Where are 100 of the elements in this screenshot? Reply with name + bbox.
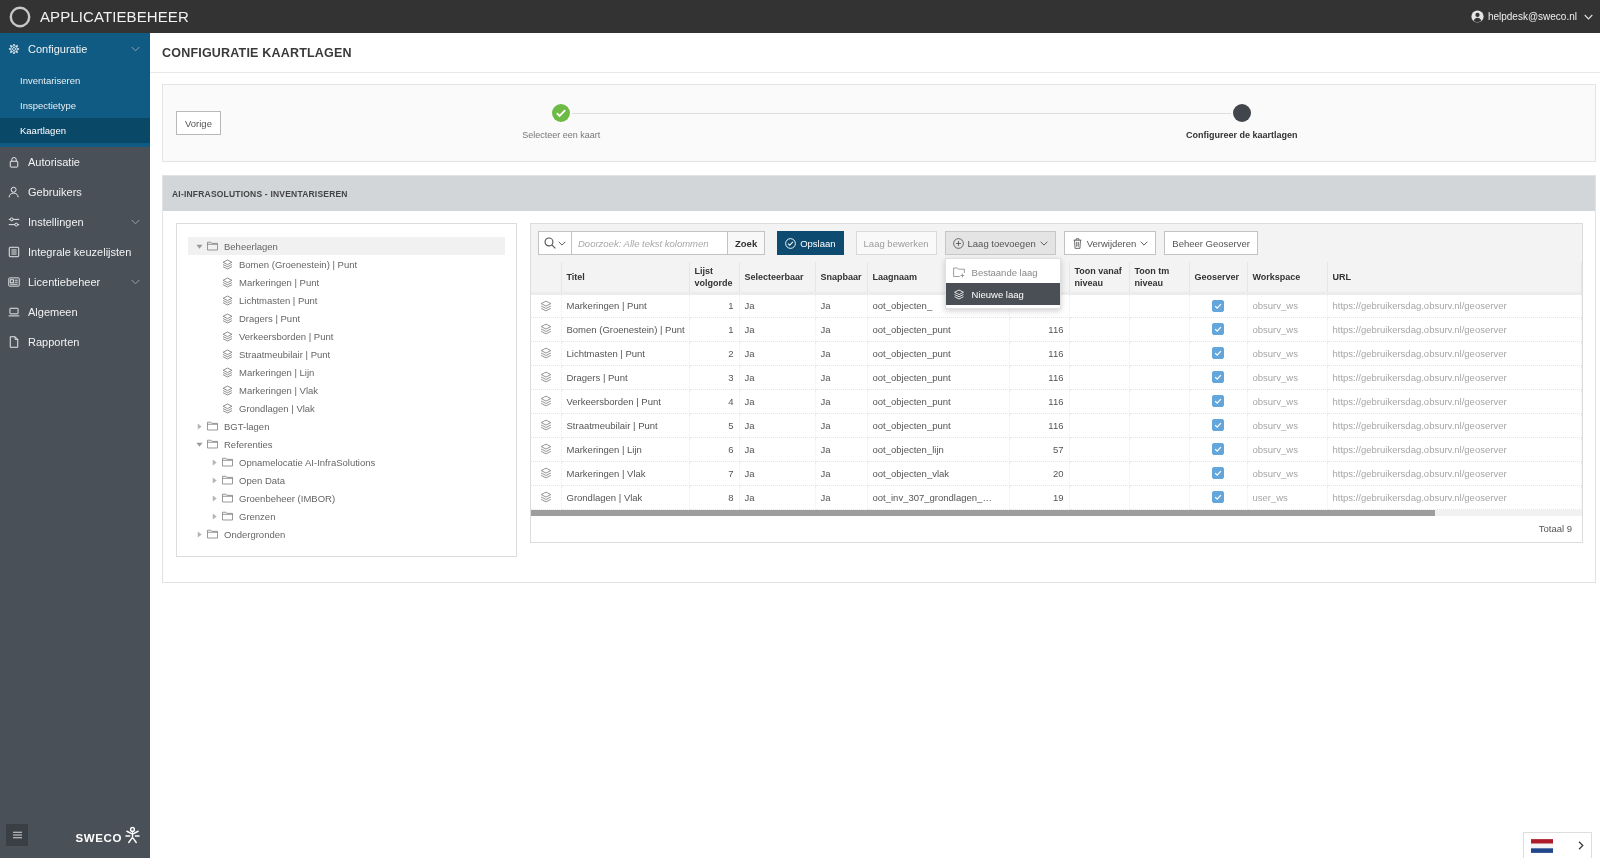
back-button[interactable]: Vorige [176, 111, 221, 135]
caret-right-icon[interactable] [211, 494, 218, 502]
menu-item[interactable]: Nieuwe laag [945, 283, 1060, 305]
tree-item[interactable]: Markeringen | Vlak [188, 381, 505, 399]
layers-icon [222, 294, 233, 306]
tree-item[interactable]: Grondlagen | Vlak [188, 399, 505, 417]
sidebar-subitem[interactable]: Inventariseren [0, 68, 150, 93]
caret-right-icon[interactable] [211, 512, 218, 520]
table-cell: 116 [1009, 317, 1069, 341]
laptop-icon [8, 306, 20, 318]
checkbox[interactable] [1212, 371, 1224, 384]
tree-item[interactable]: BGT-lagen [188, 417, 505, 435]
caret-right-icon[interactable] [196, 530, 203, 538]
layer-name: oot_objecten_punt [872, 323, 951, 335]
app-title: APPLICATIEBEHEER [40, 8, 189, 25]
sidebar-subitem[interactable]: Kaartlagen [0, 118, 150, 143]
sidebar-item[interactable]: Licentiebeheer [0, 267, 150, 297]
save-button[interactable]: Opslaan [777, 231, 844, 255]
tree-item[interactable]: Dragers | Punt [188, 309, 505, 327]
caret-down-icon[interactable] [196, 242, 203, 250]
table-cell: obsurv_ws [1247, 413, 1327, 437]
tree-item[interactable]: Lichtmasten | Punt [188, 291, 505, 309]
tree-item[interactable]: Verkeersborden | Punt [188, 327, 505, 345]
table-cell: Grondlagen | Vlak [561, 485, 689, 509]
folder-icon [222, 457, 233, 467]
sidebar-subitem[interactable]: Inspectietype [0, 93, 150, 118]
checkbox[interactable] [1212, 299, 1224, 312]
step-label: Selecteer een kaart [522, 130, 601, 140]
scrollbar-thumb[interactable] [531, 509, 1435, 516]
checkbox[interactable] [1212, 419, 1224, 432]
tree-item[interactable]: Grenzen [188, 507, 505, 525]
layer-name: oot_objecten_punt [872, 395, 951, 407]
table-cell: Verkeersborden | Punt [561, 389, 689, 413]
table-cell: 57 [1009, 437, 1069, 461]
table-cell: Dragers | Punt [561, 365, 689, 389]
table-cell: Ja [815, 485, 867, 509]
checkbox[interactable] [1212, 443, 1224, 456]
layers-icon [539, 299, 552, 312]
sidebar-item[interactable]: Autorisatie [0, 147, 150, 177]
menu-button[interactable] [6, 824, 28, 846]
tree-item[interactable]: Open Data [188, 471, 505, 489]
user-menu[interactable]: helpdesk@sweco.nl [1468, 8, 1595, 25]
caret-right-icon[interactable] [196, 422, 203, 430]
caret-right-icon[interactable] [211, 476, 218, 484]
sidebar-item[interactable]: Instellingen [0, 207, 150, 237]
sidebar-item[interactable]: Configuratie [0, 33, 150, 64]
search-icon [544, 237, 556, 249]
layers-icon [222, 312, 233, 324]
column-header: Toon tm niveau [1129, 262, 1189, 293]
folder-icon [207, 529, 218, 539]
table-cell: Ja [815, 365, 867, 389]
search-scope-button[interactable] [538, 231, 572, 255]
table-cell: Ja [815, 461, 867, 485]
checkbox[interactable] [1212, 323, 1224, 336]
table-cell: https://gebruikersdag.obsurv.nl/geoserver [1327, 413, 1582, 437]
tree-item[interactable]: Markeringen | Lijn [188, 363, 505, 381]
column-header: Selecteerbaar [739, 262, 815, 293]
tree-item[interactable]: Beheerlagen [188, 237, 505, 255]
checkbox[interactable] [1212, 347, 1224, 360]
sidebar-item[interactable]: Gebruikers [0, 177, 150, 207]
add-layer-button[interactable]: Laag toevoegen [944, 231, 1056, 255]
flag-icon [1531, 838, 1553, 853]
sidebar-item[interactable]: Algemeen [0, 297, 150, 327]
tree-item[interactable]: Ondergronden [188, 525, 505, 543]
table-cell: Ja [739, 341, 815, 365]
table-cell: obsurv_ws [1247, 341, 1327, 365]
table-cell: https://gebruikersdag.obsurv.nl/geoserver [1327, 437, 1582, 461]
table-cell: 20 [1009, 461, 1069, 485]
sidebar-item[interactable]: Rapporten [0, 327, 150, 357]
caret-down-icon[interactable] [196, 440, 203, 448]
manage-geoserver-button[interactable]: Beheer Geoserver [1164, 231, 1258, 255]
layer-name: oot_objecten_vlak [872, 467, 950, 479]
chevron-down-icon [1584, 13, 1593, 20]
caret-right-icon[interactable] [211, 458, 218, 466]
layer-name: oot_objecten_lijn [872, 443, 944, 455]
table-cell: Ja [739, 413, 815, 437]
tree-item[interactable]: Bomen (Groenestein) | Punt [188, 255, 505, 273]
tree-item[interactable]: Markeringen | Punt [188, 273, 505, 291]
table-cell: https://gebruikersdag.obsurv.nl/geoserver [1327, 365, 1582, 389]
tree-item[interactable]: Groenbeheer (IMBOR) [188, 489, 505, 507]
search-button[interactable]: Zoek [727, 231, 766, 255]
checkbox[interactable] [1212, 467, 1224, 480]
tree-item[interactable]: Straatmeubilair | Punt [188, 345, 505, 363]
checkbox[interactable] [1212, 491, 1224, 504]
table-cell: Ja [739, 485, 815, 509]
sidebar-item[interactable]: Integrale keuzelijsten [0, 237, 150, 267]
tree-item[interactable]: Referenties [188, 435, 505, 453]
list-icon [8, 246, 20, 258]
table-cell: Ja [815, 389, 867, 413]
tree-item[interactable]: Opnamelocatie AI-InfraSolutions [188, 453, 505, 471]
table-cell: Markeringen | Vlak [561, 461, 689, 485]
folder-icon [207, 439, 218, 449]
ring-logo-icon [9, 5, 31, 28]
search-field[interactable]: Doorzoek: Alle tekst kolommen [572, 231, 727, 255]
delete-button[interactable]: Verwijderen [1063, 231, 1157, 255]
checkbox[interactable] [1212, 395, 1224, 408]
language-button[interactable] [1523, 832, 1592, 858]
folder-icon [222, 511, 233, 521]
table-cell: Markeringen | Lijn [561, 437, 689, 461]
layer-name: oot_objecten_punt [872, 419, 951, 431]
